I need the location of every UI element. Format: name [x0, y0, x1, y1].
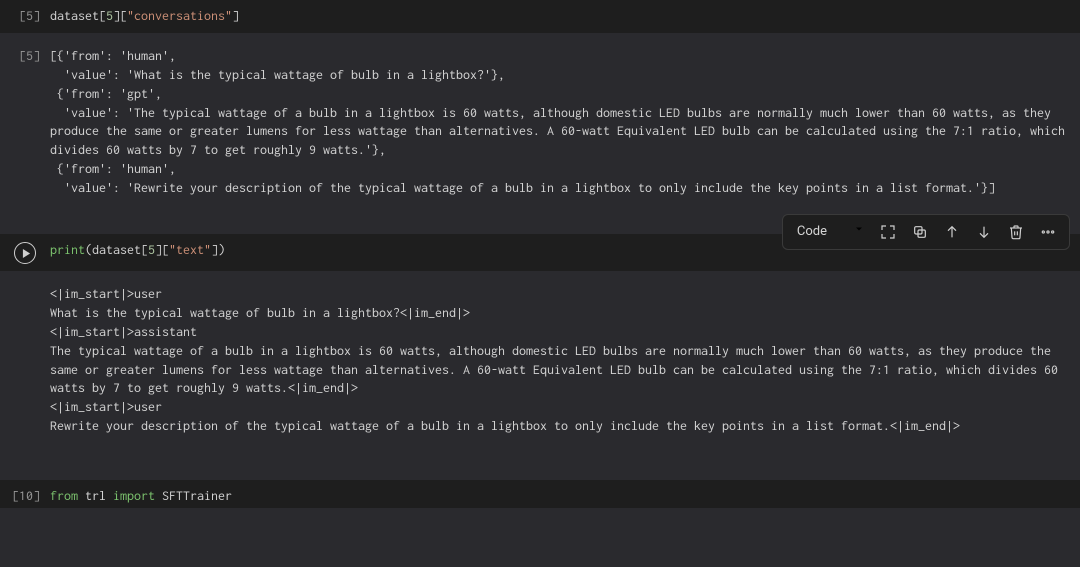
code-input-row[interactable]: [5] dataset[5]["conversations"] — [0, 0, 1080, 33]
notebook-cell: Code — [0, 234, 1080, 452]
notebook-cell: [5] dataset[5]["conversations"] [5] [{'f… — [0, 0, 1080, 214]
output-text: <|im_start|>user What is the typical wat… — [50, 285, 1080, 436]
chevron-down-icon — [853, 223, 865, 241]
output-count: [5] — [0, 47, 50, 66]
code-source[interactable]: dataset[5]["conversations"] — [50, 7, 1080, 26]
move-down-icon[interactable] — [969, 217, 999, 247]
move-up-icon[interactable] — [937, 217, 967, 247]
more-icon[interactable] — [1033, 217, 1063, 247]
run-gutter — [0, 241, 50, 264]
copy-icon[interactable] — [905, 217, 935, 247]
output-text: [{'from': 'human', 'value': 'What is the… — [50, 47, 1080, 198]
cell-output: <|im_start|>user What is the typical wat… — [0, 271, 1080, 452]
code-source[interactable]: from trl import SFTTrainer — [50, 487, 1080, 506]
code-input-row[interactable]: [10] from trl import SFTTrainer — [0, 480, 1080, 508]
cell-toolbar: Code — [782, 214, 1070, 250]
execution-count: [10] — [0, 487, 50, 506]
delete-icon[interactable] — [1001, 217, 1031, 247]
cell-type-select[interactable]: Code — [789, 221, 871, 243]
notebook-cell: [10] from trl import SFTTrainer — [0, 480, 1080, 508]
run-cell-button[interactable] — [14, 242, 36, 264]
cell-output: [5] [{'from': 'human', 'value': 'What is… — [0, 33, 1080, 214]
execution-count: [5] — [0, 7, 50, 26]
cell-type-label: Code — [797, 223, 827, 241]
collapse-icon[interactable] — [873, 217, 903, 247]
